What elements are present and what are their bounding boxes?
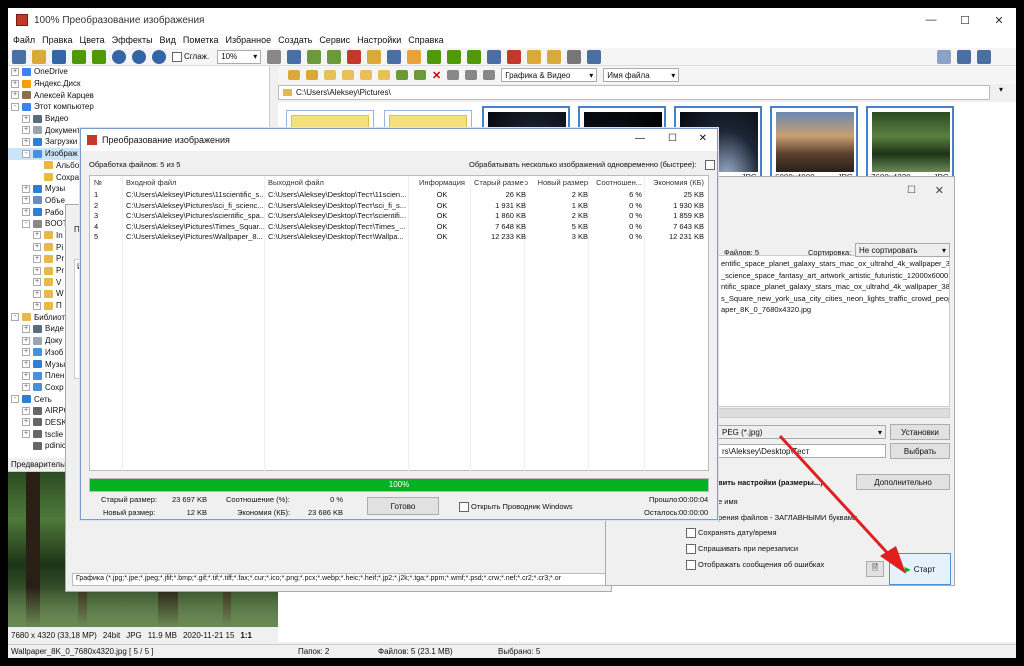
annotation-arrow xyxy=(778,434,906,574)
arrow-line xyxy=(778,434,894,560)
